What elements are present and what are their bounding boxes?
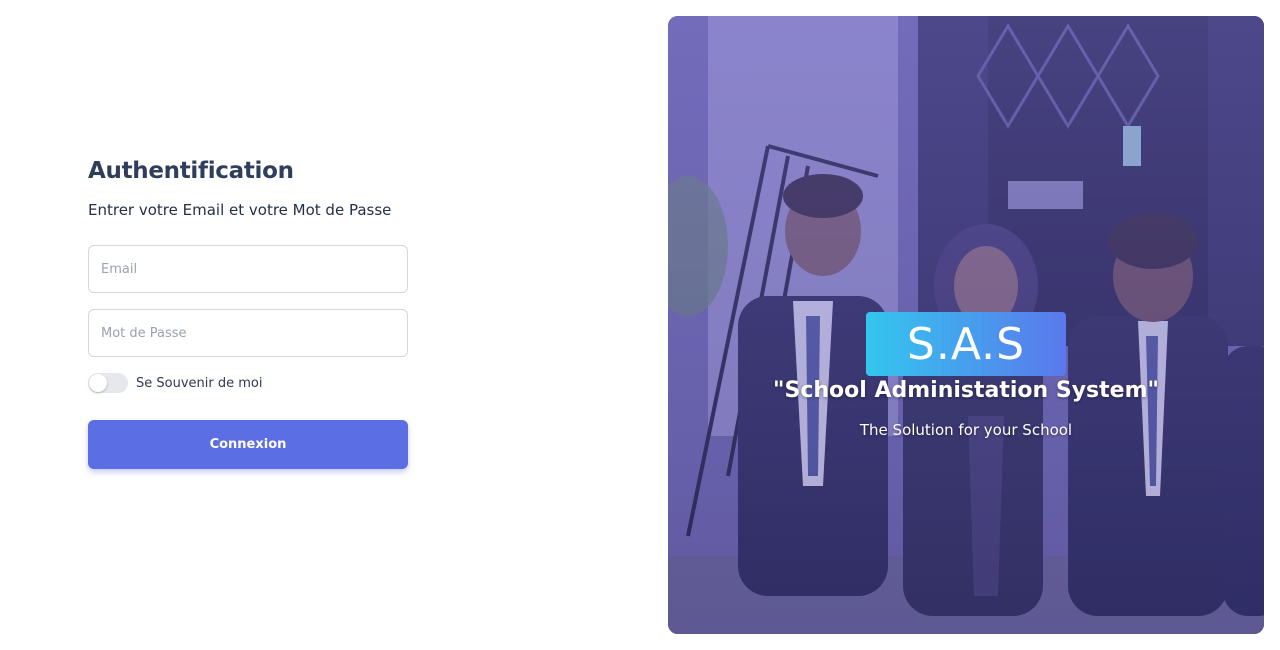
page-subtitle: Entrer votre Email et votre Mot de Passe	[88, 201, 392, 219]
hero-image-panel: S.A.S "School Administation System" The …	[668, 16, 1264, 634]
email-input[interactable]	[89, 246, 407, 292]
remember-me-row: Se Souvenir de moi	[88, 373, 408, 393]
login-button[interactable]: Connexion	[88, 420, 408, 469]
toggle-knob	[89, 374, 107, 392]
brand-text: S.A.S	[906, 318, 1026, 370]
password-field	[88, 309, 408, 357]
hero-tagline: "School Administation System"	[773, 378, 1159, 403]
hero-slogan: The Solution for your School	[859, 421, 1073, 439]
remember-me-toggle[interactable]	[88, 373, 128, 393]
page-title: Authentification	[88, 158, 294, 184]
email-field	[88, 245, 408, 293]
remember-me-label: Se Souvenir de moi	[136, 375, 263, 391]
brand-logo: S.A.S	[866, 312, 1066, 376]
password-input[interactable]	[89, 310, 407, 356]
login-panel: Authentification Entrer votre Email et v…	[88, 158, 408, 469]
